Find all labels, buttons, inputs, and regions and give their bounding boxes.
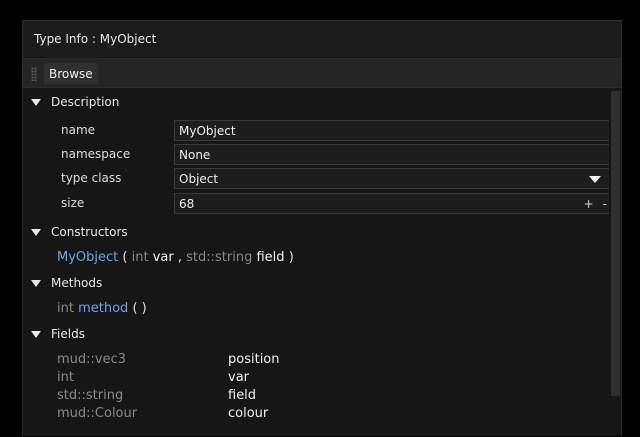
section-methods[interactable]: Methods — [23, 273, 603, 293]
collapse-triangle-icon[interactable] — [31, 331, 41, 338]
field-type: int — [57, 370, 74, 385]
paren-close: ) — [288, 250, 294, 265]
field-type: mud::Colour — [57, 406, 138, 421]
constructor-signature: MyObject ( int var , std::string field ) — [57, 250, 294, 265]
prop-label-namespace: namespace — [61, 147, 131, 161]
size-value: 68 — [179, 196, 195, 211]
namespace-field-value: None — [179, 147, 211, 162]
chevron-down-icon[interactable] — [589, 176, 601, 183]
window-titlebar[interactable]: Type Info : MyObject — [23, 21, 621, 57]
paren-close: ) — [141, 301, 147, 316]
browse-button[interactable]: Browse — [44, 63, 98, 84]
field-name: colour — [228, 406, 269, 421]
type-info-window: Type Info : MyObject Browse Description … — [22, 20, 622, 436]
collapse-triangle-icon[interactable] — [31, 229, 41, 236]
section-label: Methods — [51, 276, 103, 290]
param-type: std::string — [186, 250, 253, 265]
toolbar: Browse — [23, 58, 621, 88]
drag-grip-icon[interactable] — [31, 67, 37, 81]
method-signature: int method ( ) — [57, 301, 147, 316]
section-label: Constructors — [51, 225, 128, 239]
section-label: Fields — [51, 327, 85, 341]
field-type: std::string — [57, 388, 124, 403]
name-field-value: MyObject — [179, 123, 236, 138]
section-label: Description — [51, 95, 120, 109]
type-info-content: Description name MyObject namespace None… — [23, 89, 609, 437]
increment-button[interactable]: + — [584, 197, 594, 211]
size-stepper[interactable]: 68 + - — [174, 193, 609, 214]
decrement-button[interactable]: - — [603, 197, 607, 211]
section-fields[interactable]: Fields — [23, 324, 603, 344]
field-type: mud::vec3 — [57, 352, 127, 367]
type-class-dropdown[interactable]: Object — [174, 168, 609, 189]
prop-label-size: size — [61, 196, 85, 210]
section-description[interactable]: Description — [23, 92, 603, 112]
name-field[interactable]: MyObject — [174, 120, 609, 141]
param-name: field — [256, 250, 285, 265]
collapse-triangle-icon[interactable] — [31, 99, 41, 106]
param-type: int — [131, 250, 149, 265]
field-name: position — [228, 352, 280, 367]
constructor-name-link[interactable]: MyObject — [57, 250, 118, 265]
return-type: int — [57, 301, 74, 316]
namespace-field[interactable]: None — [174, 144, 609, 165]
section-constructors[interactable]: Constructors — [23, 222, 603, 242]
method-name-link[interactable]: method — [78, 301, 128, 316]
stepper-controls: + - — [584, 194, 607, 213]
param-name: var — [152, 250, 174, 265]
field-name: var — [228, 370, 250, 385]
prop-label-type-class: type class — [61, 171, 122, 185]
window-title: Type Info : MyObject — [34, 32, 157, 46]
type-class-value: Object — [179, 171, 219, 186]
paren-open: ( — [122, 250, 128, 265]
param-separator: , — [177, 250, 182, 265]
collapse-triangle-icon[interactable] — [31, 280, 41, 287]
field-name: field — [228, 388, 257, 403]
vertical-scrollbar[interactable] — [611, 91, 620, 396]
prop-label-name: name — [61, 123, 96, 137]
